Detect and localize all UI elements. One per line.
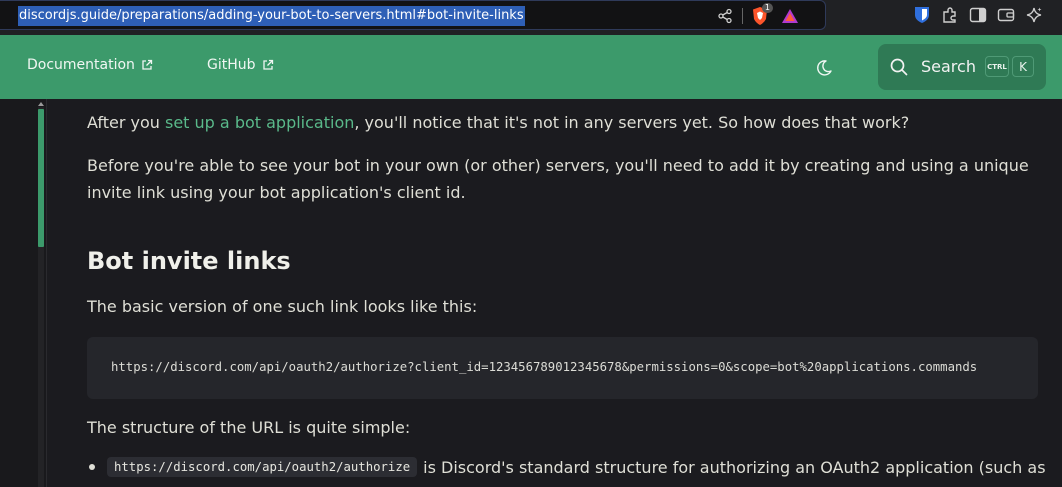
nav-github-label: GitHub — [207, 57, 256, 73]
leo-ai-icon[interactable] — [1023, 4, 1045, 26]
brave-rewards-icon[interactable] — [779, 5, 801, 27]
external-link-icon — [262, 59, 273, 70]
authorize-endpoint-code: https://discord.com/api/oauth2/authorize — [107, 457, 418, 477]
url-text[interactable]: discordjs.guide/preparations/adding-your… — [18, 6, 525, 26]
sidebar-icon[interactable] — [967, 4, 989, 26]
nav-documentation-link[interactable]: Documentation — [27, 57, 153, 73]
list-item: https://discord.com/api/oauth2/authorize… — [87, 457, 1047, 477]
browser-toolbar: discordjs.guide/preparations/adding-your… — [0, 0, 1062, 35]
invite-explanation-paragraph: Before you're able to see your bot in yo… — [87, 156, 1029, 202]
intro-text-after: , you'll notice that it's not in any ser… — [354, 113, 910, 132]
wallet-icon[interactable] — [995, 4, 1017, 26]
scroll-up-icon[interactable] — [38, 101, 44, 107]
code-block: https://discord.com/api/oauth2/authorize… — [87, 337, 1038, 399]
kbd-k: K — [1012, 56, 1034, 77]
intro-paragraph: After you set up a bot application, you'… — [87, 109, 909, 136]
search-button[interactable]: Search CTRL K — [878, 44, 1046, 90]
scrollbar-thumb[interactable] — [38, 109, 44, 247]
divider — [742, 8, 743, 24]
bullet-icon — [89, 464, 95, 470]
external-link-icon — [142, 59, 153, 70]
invite-url-code[interactable]: https://discord.com/api/oauth2/authorize… — [111, 360, 977, 374]
search-icon — [890, 58, 908, 76]
share-icon[interactable] — [714, 5, 736, 27]
site-header: Documentation GitHub Search CTRL K — [0, 35, 1062, 99]
nav-documentation-label: Documentation — [27, 57, 135, 73]
sidebar — [0, 99, 47, 487]
list-item-text: is Discord's standard structure for auth… — [423, 457, 1046, 477]
brave-shield-icon[interactable]: 1 — [749, 3, 773, 27]
address-bar[interactable]: discordjs.guide/preparations/adding-your… — [0, 0, 826, 30]
basic-link-paragraph: The basic version of one such link looks… — [87, 297, 478, 316]
search-label: Search — [921, 57, 976, 76]
kbd-ctrl: CTRL — [985, 56, 1009, 77]
moon-icon[interactable] — [812, 56, 836, 80]
shield-badge: 1 — [761, 3, 773, 13]
extensions-icon[interactable] — [939, 4, 961, 26]
intro-text-before: After you — [87, 113, 165, 132]
setup-bot-application-link[interactable]: set up a bot application — [165, 113, 354, 132]
bitwarden-icon[interactable] — [911, 4, 933, 26]
structure-paragraph: The structure of the URL is quite simple… — [87, 418, 411, 437]
section-heading: Bot invite links — [87, 247, 291, 275]
nav-github-link[interactable]: GitHub — [207, 57, 274, 73]
address-bar-actions: 1 — [714, 3, 801, 27]
browser-extensions — [911, 4, 1045, 26]
